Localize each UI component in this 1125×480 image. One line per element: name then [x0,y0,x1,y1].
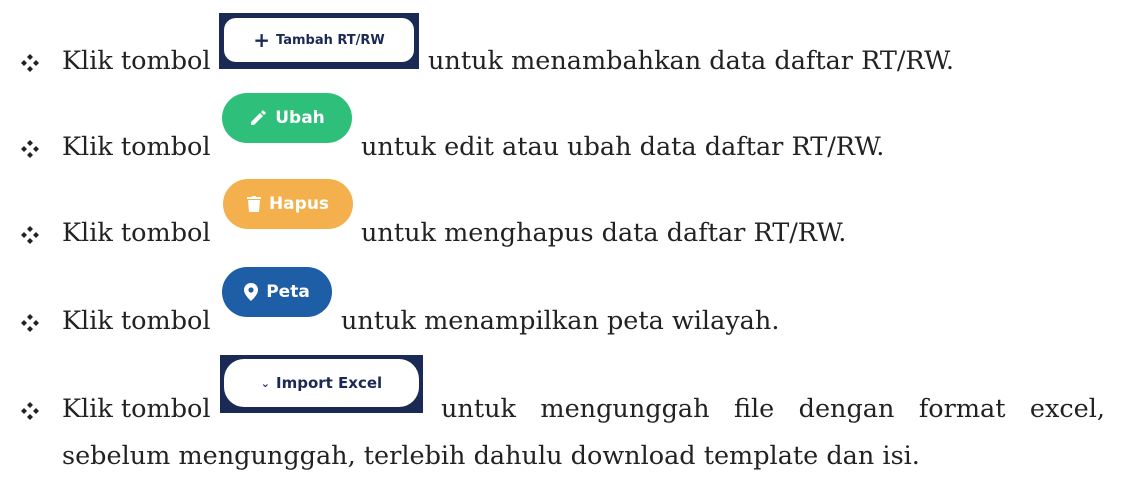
instruction-text: untuk menghapus data daftar RT/RW. [361,218,847,248]
instruction-prefix: Klik tombol [62,218,211,248]
map-pin-icon [244,283,259,301]
instruction-prefix: Klik tombol [62,394,211,424]
diamond-bullet-icon [20,313,40,333]
hapus-button[interactable]: Hapus [223,179,353,229]
diamond-bullet-icon [20,53,40,73]
instruction-prefix: Klik tombol [62,46,211,76]
chevron-down-icon: ⌄ [260,376,271,390]
plus-icon: + [253,28,270,52]
instruction-text-continued: sebelum mengunggah, terlebih dahulu down… [62,441,920,471]
instruction-prefix: Klik tombol [62,132,211,162]
diamond-bullet-icon [20,139,40,159]
diamond-bullet-icon [20,225,40,245]
ubah-button[interactable]: Ubah [222,93,352,143]
ubah-button-label: Ubah [275,108,325,128]
import-excel-button[interactable]: ⌄ Import Excel [220,355,423,413]
trash-icon [246,196,261,212]
instruction-text: untuk edit atau ubah data daftar RT/RW. [361,132,885,162]
peta-button[interactable]: Peta [222,267,332,317]
tambah-button-label: Tambah RT/RW [276,32,385,48]
pencil-icon [249,109,267,127]
import-button-label: Import Excel [276,374,383,392]
diamond-bullet-icon [20,401,40,421]
instruction-prefix: Klik tombol [62,306,211,336]
peta-button-label: Peta [266,282,310,302]
instruction-text: untuk menambahkan data daftar RT/RW. [428,46,954,76]
instruction-text: untuk mengunggah file dengan format exce… [441,394,1105,424]
tambah-rt-rw-button[interactable]: + Tambah RT/RW [219,13,419,69]
hapus-button-label: Hapus [268,194,330,214]
instruction-text: untuk menampilkan peta wilayah. [341,306,780,336]
